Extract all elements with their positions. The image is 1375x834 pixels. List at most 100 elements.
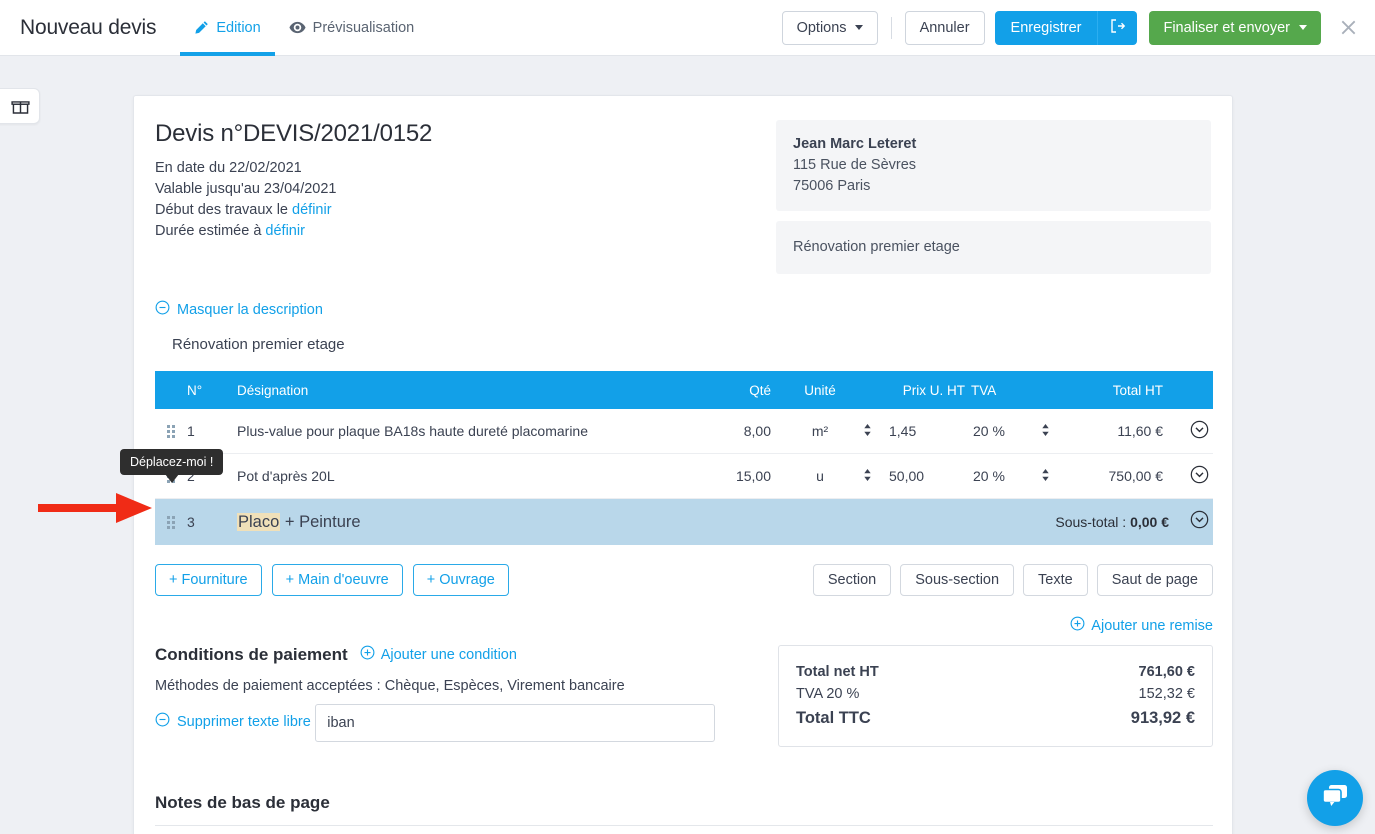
add-condition-link[interactable]: Ajouter une condition	[360, 645, 517, 664]
duration-label: Durée estimée à	[155, 223, 262, 239]
section-title[interactable]: Placo + Peinture	[237, 512, 1055, 532]
row-designation[interactable]: Plus-value pour plaque BA18s haute duret…	[237, 423, 681, 439]
row-total: 11,60 €	[1117, 423, 1163, 439]
package-box-icon[interactable]	[0, 88, 40, 124]
drag-tooltip: Déplacez-moi !	[120, 449, 224, 483]
add-discount-link[interactable]: Ajouter une remise	[1070, 616, 1213, 635]
tva-label: TVA 20 %	[796, 686, 860, 702]
save-button[interactable]: Enregistrer	[994, 10, 1098, 45]
document-card: Devis n°DEVIS/2021/0152 En date du 22/02…	[133, 95, 1233, 834]
total-ttc-label: Total TTC	[796, 709, 871, 727]
document-header: Devis n°DEVIS/2021/0152 En date du 22/02…	[155, 120, 1211, 274]
row-qte[interactable]: 15,00	[681, 468, 777, 484]
header-num: N°	[187, 382, 203, 398]
total-net-ht-line: Total net HT 761,60 €	[796, 661, 1195, 683]
divider	[155, 825, 1213, 826]
table-row[interactable]: 2 Pot d'après 20L 15,00 u 50,00 20 % 750…	[155, 454, 1213, 499]
add-saut-de-page-button[interactable]: Saut de page	[1096, 564, 1213, 596]
top-bar: Nouveau devis Edition Prévisualisation O…	[0, 0, 1375, 56]
header-prix: Prix U. HT	[902, 382, 965, 398]
save-button-group: Enregistrer	[994, 10, 1138, 45]
add-texte-button[interactable]: Texte	[1023, 564, 1088, 596]
toggle-description-label: Masquer la description	[177, 301, 323, 318]
tab-edition-label: Edition	[216, 19, 261, 36]
client-address: 115 Rue de Sèvres	[793, 157, 917, 173]
duration-row: Durée estimée à définir	[155, 221, 775, 242]
app-root: Nouveau devis Edition Prévisualisation O…	[0, 0, 1375, 834]
unit-stepper-icon[interactable]	[863, 468, 889, 485]
tva-stepper-icon[interactable]	[1041, 423, 1073, 440]
drag-handle-icon[interactable]	[155, 515, 187, 529]
row-designation[interactable]: Pot d'après 20L	[237, 468, 681, 484]
discount-row: Ajouter une remise	[155, 616, 1213, 635]
section-subtotal-value: 0,00 €	[1130, 514, 1169, 530]
row-number: 3	[187, 514, 195, 530]
annotation-arrow-icon	[36, 488, 156, 533]
add-section-button[interactable]: Section	[812, 564, 892, 596]
client-name: Jean Marc Leteret	[793, 136, 917, 152]
table-row-section-selected[interactable]: 3 Placo + Peinture Sous-total : 0,00 €	[155, 499, 1213, 545]
add-sous-section-button[interactable]: Sous-section	[900, 564, 1015, 596]
add-condition-label: Ajouter une condition	[380, 646, 517, 663]
add-main-doeuvre-button[interactable]: + Main d'oeuvre	[271, 564, 403, 596]
total-ttc-value: 913,92 €	[1130, 709, 1195, 727]
expand-row-icon[interactable]	[1169, 510, 1213, 534]
expand-row-icon[interactable]	[1169, 465, 1213, 487]
finalize-send-button[interactable]: Finaliser et envoyer	[1149, 10, 1321, 45]
plus-circle-icon	[1070, 616, 1085, 635]
duration-link[interactable]: définir	[265, 223, 305, 239]
unit-stepper-icon[interactable]	[863, 423, 889, 440]
row-qte[interactable]: 8,00	[681, 423, 777, 439]
tva-stepper-icon[interactable]	[1041, 468, 1073, 485]
works-start-link[interactable]: définir	[292, 202, 332, 218]
minus-circle-icon	[155, 712, 170, 731]
table-row[interactable]: 1 Plus-value pour plaque BA18s haute dur…	[155, 409, 1213, 454]
save-and-exit-button[interactable]	[1097, 10, 1138, 45]
tva-value: 152,32 €	[1138, 686, 1195, 702]
pencil-icon	[194, 20, 209, 35]
valid-until: Valable jusqu'au 23/04/2021	[155, 181, 337, 197]
iban-input[interactable]	[315, 704, 716, 742]
tab-edition[interactable]: Edition	[180, 0, 276, 56]
issue-date: En date du 22/02/2021	[155, 160, 302, 176]
payment-conditions-block: Conditions de paiement Ajouter une condi…	[155, 645, 775, 747]
row-unite[interactable]: m²	[777, 423, 863, 439]
row-number: 1	[187, 423, 195, 439]
totals-block: Total net HT 761,60 € TVA 20 % 152,32 € …	[778, 645, 1213, 747]
add-fourniture-button[interactable]: + Fourniture	[155, 564, 262, 596]
client-info-box[interactable]: Jean Marc Leteret 115 Rue de Sèvres 7500…	[776, 120, 1211, 211]
header-qte: Qté	[749, 382, 771, 398]
works-start-row: Début des travaux le définir	[155, 200, 775, 221]
document-meta: En date du 22/02/2021 Valable jusqu'au 2…	[155, 158, 775, 242]
remove-free-text-link[interactable]: Supprimer texte libre	[155, 712, 311, 731]
row-unite[interactable]: u	[777, 468, 863, 484]
tab-bar: Edition Prévisualisation	[180, 0, 428, 56]
close-icon[interactable]	[1335, 15, 1361, 41]
footer-notes-title: Notes de bas de page	[155, 793, 330, 812]
project-name: Rénovation premier etage	[793, 239, 960, 255]
chevron-down-icon	[854, 25, 863, 30]
row-tva[interactable]: 20 %	[967, 423, 1041, 439]
top-bar-actions: Options Annuler Enregistrer Finaliser et…	[781, 10, 1375, 45]
expand-row-icon[interactable]	[1169, 420, 1213, 442]
row-prix[interactable]: 50,00	[889, 468, 967, 484]
minus-circle-icon	[155, 300, 170, 319]
total-net-ht-label: Total net HT	[796, 664, 879, 680]
drag-handle-icon[interactable]	[155, 424, 187, 438]
document-title: Devis n°DEVIS/2021/0152	[155, 120, 433, 147]
cancel-button[interactable]: Annuler	[904, 10, 985, 45]
chat-widget-button[interactable]	[1307, 770, 1363, 826]
toggle-description-link[interactable]: Masquer la description	[155, 300, 323, 319]
options-button[interactable]: Options	[781, 10, 878, 45]
add-ouvrage-button[interactable]: + Ouvrage	[412, 564, 509, 596]
section-subtotal: Sous-total : 0,00 €	[1055, 514, 1169, 530]
section-subtotal-label: Sous-total :	[1055, 514, 1131, 530]
project-info-box[interactable]: Rénovation premier etage	[776, 221, 1211, 274]
row-tva[interactable]: 20 %	[967, 468, 1041, 484]
row-prix[interactable]: 1,45	[889, 423, 967, 439]
chevron-down-icon	[1299, 25, 1307, 30]
structure-buttons: Section Sous-section Texte Saut de page	[812, 564, 1213, 596]
payment-methods-text: Méthodes de paiement acceptées : Chèque,…	[155, 678, 625, 694]
tab-previsualisation[interactable]: Prévisualisation	[275, 0, 429, 56]
chat-bubbles-icon	[1320, 782, 1350, 815]
